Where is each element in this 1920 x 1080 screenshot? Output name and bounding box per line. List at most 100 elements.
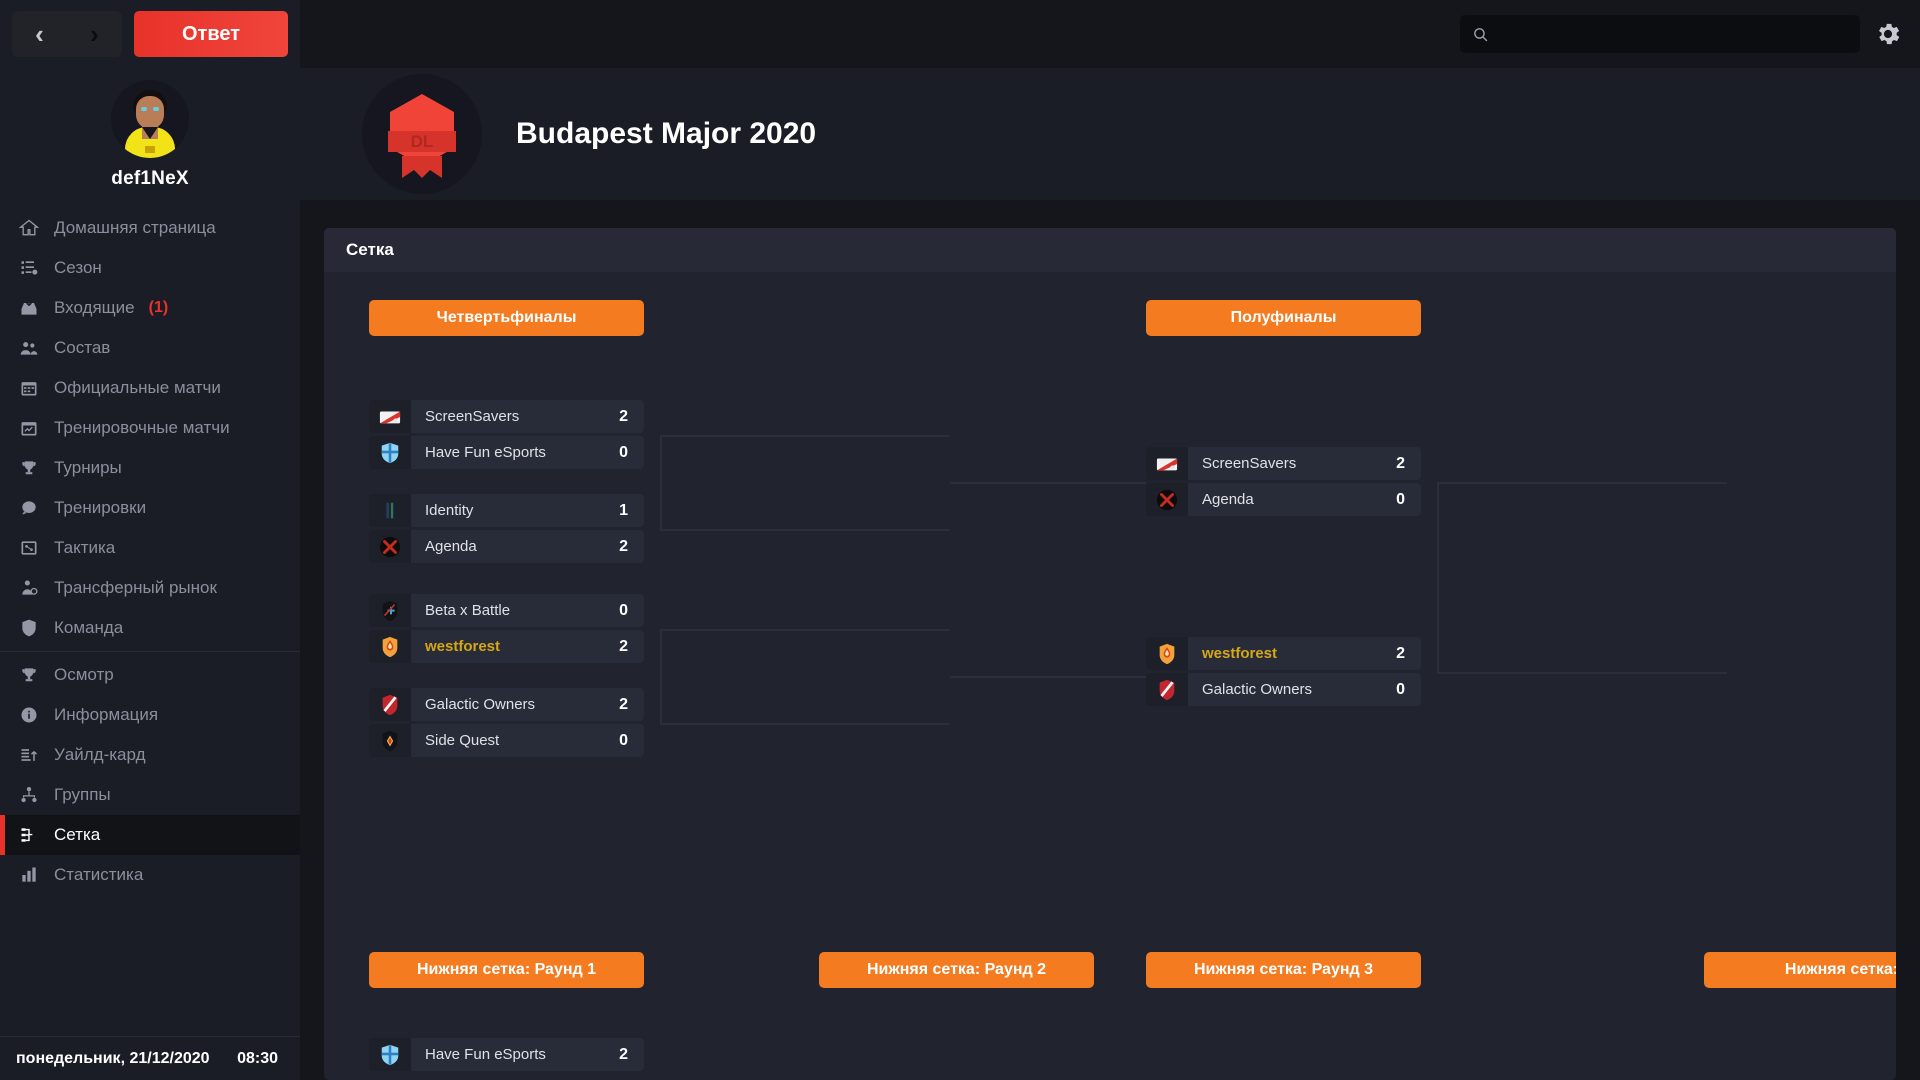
sidebar-item-трансферный-рынок[interactable]: Трансферный рынок <box>0 568 300 608</box>
team-name: Agenda <box>1202 491 1254 508</box>
team-name: Identity <box>425 502 474 519</box>
match-qf-4[interactable]: Galactic Owners 2 Side Quest 0 <box>369 688 644 757</box>
team-score: 0 <box>1396 490 1405 508</box>
match-team-row[interactable]: Identity 1 <box>369 494 644 527</box>
match-team-row[interactable]: ScreenSavers 2 <box>1146 447 1421 480</box>
betaxbattle-crest <box>369 594 411 627</box>
sidebar-item-тактика[interactable]: Тактика <box>0 528 300 568</box>
nav-forward-icon[interactable]: › <box>90 21 99 47</box>
bracket-connector-vertical <box>1437 481 1439 672</box>
match-sf-1[interactable]: ScreenSavers 2 Agenda 0 <box>1146 447 1421 516</box>
match-lb1-1[interactable]: Have Fun eSports 2 <box>369 1038 644 1074</box>
match-team-row[interactable]: Have Fun eSports 0 <box>369 436 644 469</box>
sidebar-item-label: Турниры <box>54 458 122 477</box>
training-icon <box>18 497 40 519</box>
info-icon <box>18 704 40 726</box>
main-area: DL Budapest Major 2020 Сетка Четвертьфин… <box>300 0 1920 1080</box>
nav-back-icon[interactable]: ‹ <box>35 21 44 47</box>
inbox-badge: (1) <box>148 299 169 316</box>
sidebar-item-сезон[interactable]: Сезон <box>0 248 300 288</box>
match-team-row[interactable]: Beta x Battle 0 <box>369 594 644 627</box>
username-label: def1NeX <box>111 168 189 189</box>
bracket-connector-horizontal <box>660 528 950 531</box>
match-qf-3[interactable]: Beta x Battle 0 westforest 2 <box>369 594 644 663</box>
round-button-lb3[interactable]: Нижняя сетка: Раунд 3 <box>1146 952 1421 988</box>
sidebar-item-label: Тренировочные матчи <box>54 418 230 437</box>
match-team-row[interactable]: Side Quest 0 <box>369 724 644 757</box>
stats-icon <box>18 864 40 886</box>
round-button-lb2[interactable]: Нижняя сетка: Раунд 2 <box>819 952 1094 988</box>
sidebar-item-состав[interactable]: Состав <box>0 328 300 368</box>
bracket-connector-horizontal <box>660 628 950 631</box>
answer-button[interactable]: Ответ <box>134 11 288 57</box>
sidebar-item-группы[interactable]: Группы <box>0 775 300 815</box>
team-name: Agenda <box>425 538 477 555</box>
screensavers-crest <box>369 400 411 433</box>
bracket-connector-horizontal <box>1437 481 1727 484</box>
team-score: 1 <box>619 501 628 519</box>
match-team-row[interactable]: Have Fun eSports 2 <box>369 1038 644 1071</box>
sidebar-item-сетка[interactable]: Сетка <box>0 815 300 855</box>
bracket-connector-horizontal <box>660 722 950 725</box>
sidebar-item-домашняя-страница[interactable]: Домашняя страница <box>0 208 300 248</box>
match-team-row[interactable]: westforest 2 <box>1146 637 1421 670</box>
search-box[interactable] <box>1460 15 1860 53</box>
sidebar-item-официальные-матчи[interactable]: Официальные матчи <box>0 368 300 408</box>
agenda-crest <box>369 530 411 563</box>
transfer-icon <box>18 577 40 599</box>
sidebar-item-label: Группы <box>54 785 111 804</box>
sidebar: ‹ › Ответ def1NeX Домашняя страница Сезон… <box>0 0 300 1080</box>
squad-icon <box>18 337 40 359</box>
bracket-connector-horizontal <box>660 434 950 437</box>
sidebar-item-тренировочные-матчи[interactable]: Тренировочные матчи <box>0 408 300 448</box>
match-qf-1[interactable]: ScreenSavers 2 Have Fun eSports 0 <box>369 400 644 469</box>
sidebar-item-входящие[interactable]: Входящие (1) <box>0 288 300 328</box>
sidequest-crest <box>369 724 411 757</box>
bracket-connector-feed <box>950 675 1146 678</box>
match-team-row[interactable]: Agenda 0 <box>1146 483 1421 516</box>
sidebar-item-уайлд-кард[interactable]: Уайлд-кард <box>0 735 300 775</box>
wildcard-icon <box>18 744 40 766</box>
search-input[interactable] <box>1497 25 1848 43</box>
sidebar-top-controls: ‹ › Ответ <box>0 0 300 68</box>
team-score: 0 <box>1396 680 1405 698</box>
match-team-row[interactable]: ScreenSavers 2 <box>369 400 644 433</box>
nav-history-controls[interactable]: ‹ › <box>12 11 122 57</box>
identity-crest <box>369 494 411 527</box>
sidebar-item-label: Сетка <box>54 825 101 844</box>
round-button-lb4[interactable]: Нижняя сетка: <box>1704 952 1896 988</box>
match-team-row[interactable]: Galactic Owners 2 <box>369 688 644 721</box>
sidebar-item-турниры[interactable]: Турниры <box>0 448 300 488</box>
sidebar-item-информация[interactable]: Информация <box>0 695 300 735</box>
sidebar-item-label: Команда <box>54 618 124 637</box>
app-root: ‹ › Ответ def1NeX Домашняя страница Сезон… <box>0 0 1920 1080</box>
top-bar <box>300 0 1920 68</box>
sidebar-item-команда[interactable]: Команда <box>0 608 300 648</box>
home-icon <box>18 217 40 239</box>
trophy-icon <box>18 664 40 686</box>
sidebar-item-тренировки[interactable]: Тренировки <box>0 488 300 528</box>
team-name: ScreenSavers <box>1202 455 1297 472</box>
round-button-lb1[interactable]: Нижняя сетка: Раунд 1 <box>369 952 644 988</box>
match-team-row[interactable]: Galactic Owners 0 <box>1146 673 1421 706</box>
match-sf-2[interactable]: westforest 2 Galactic Owners 0 <box>1146 637 1421 706</box>
round-button-sf[interactable]: Полуфиналы <box>1146 300 1421 336</box>
team-score: 2 <box>619 1045 628 1063</box>
sidebar-item-осмотр[interactable]: Осмотр <box>0 655 300 695</box>
team-name: Galactic Owners <box>425 696 536 713</box>
user-profile[interactable]: def1NeX <box>0 68 300 206</box>
havefun-crest <box>369 436 411 469</box>
match-team-row[interactable]: westforest 2 <box>369 630 644 663</box>
match-qf-2[interactable]: Identity 1 Agenda 2 <box>369 494 644 563</box>
team-name: Beta x Battle <box>425 602 511 619</box>
team-score: 2 <box>619 637 628 655</box>
date-time-bar: понедельник, 21/12/2020 08:30 <box>0 1036 300 1080</box>
sidebar-item-label: Трансферный рынок <box>54 578 217 597</box>
nav-separator <box>0 651 300 652</box>
gear-icon[interactable] <box>1874 20 1902 48</box>
match-team-row[interactable]: Agenda 2 <box>369 530 644 563</box>
round-button-qf[interactable]: Четвертьфиналы <box>369 300 644 336</box>
bracket-canvas: Четвертьфиналы Полуфиналы ScreenSavers 2 Hav… <box>324 272 1896 1080</box>
sidebar-item-статистика[interactable]: Статистика <box>0 855 300 895</box>
search-icon <box>1474 27 1488 41</box>
